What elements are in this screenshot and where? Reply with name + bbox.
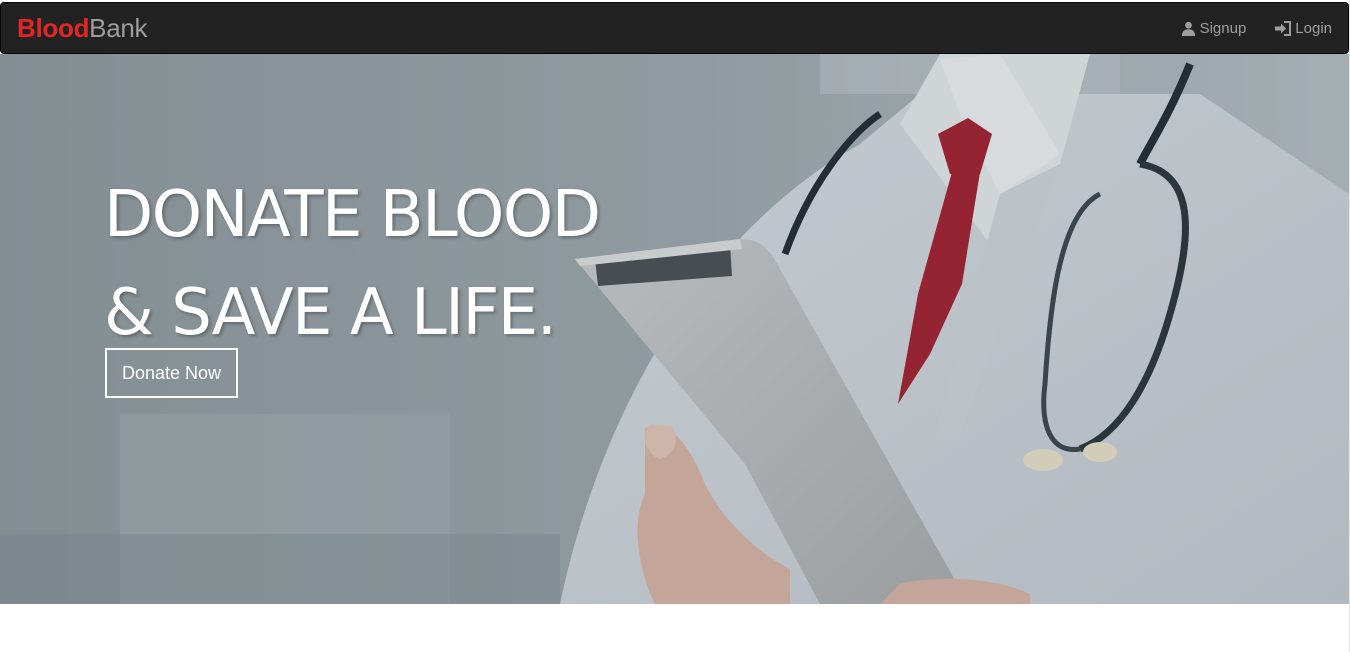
brand-logo[interactable]: BloodBank	[17, 13, 148, 43]
brand-bank-text: Bank	[89, 13, 148, 43]
top-navbar: BloodBank Signup Login	[0, 2, 1349, 54]
login-icon	[1275, 20, 1292, 36]
nav-links: Signup Login	[1181, 20, 1332, 37]
hero-banner: DONATE BLOOD & SAVE A LIFE. Donate Now	[0, 54, 1349, 604]
signup-link[interactable]: Signup	[1181, 19, 1247, 37]
brand-blood-text: Blood	[17, 13, 90, 43]
hero-title-line1: DONATE BLOOD	[104, 178, 601, 252]
hero-heading: DONATE BLOOD & SAVE A LIFE.	[104, 166, 601, 362]
donate-now-button[interactable]: Donate Now	[105, 348, 238, 398]
page-content-area	[0, 604, 1349, 652]
login-link[interactable]: Login	[1275, 20, 1332, 37]
signup-label: Signup	[1199, 19, 1247, 37]
login-label: Login	[1295, 19, 1332, 37]
user-icon	[1181, 21, 1196, 36]
